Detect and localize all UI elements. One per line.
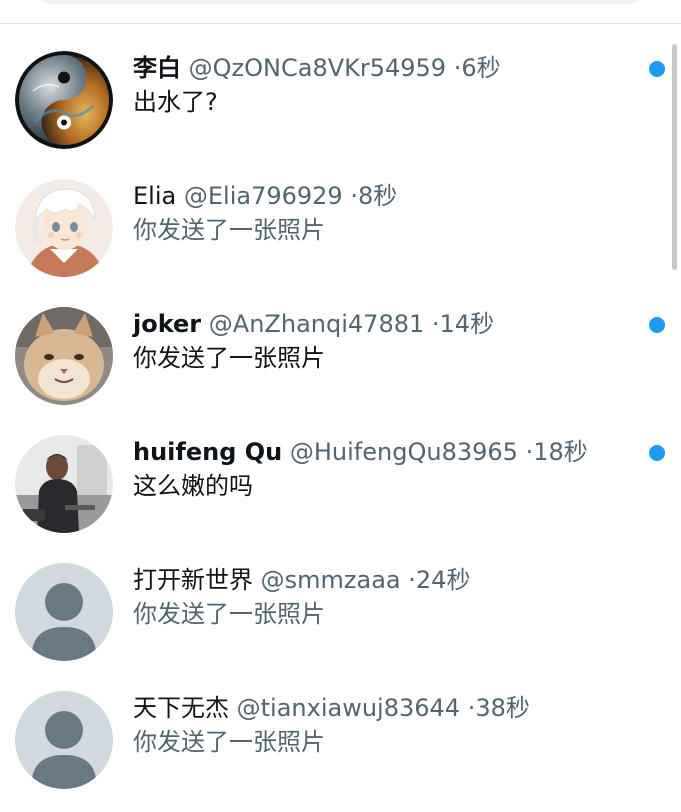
- message-preview: 你发送了一张照片: [133, 600, 325, 628]
- conversation-item[interactable]: Elia @Elia796929 ·8秒 你发送了一张照片: [0, 179, 681, 307]
- unread-indicator-dot: [649, 445, 665, 461]
- default-avatar[interactable]: [15, 691, 113, 789]
- sender-name: 李白: [133, 54, 181, 82]
- cat-face-avatar[interactable]: [15, 307, 113, 405]
- message-preview: 出水了?: [133, 88, 218, 116]
- yin-yang-avatar[interactable]: [15, 51, 113, 149]
- conversation-header: 天下无杰 @tianxiawuj83644 ·38秒: [133, 691, 530, 725]
- default-avatar[interactable]: [15, 563, 113, 661]
- timestamp: 24秒: [415, 566, 471, 594]
- sender-handle: @Elia796929: [183, 182, 343, 210]
- sender-handle: @HuifengQu83965: [289, 438, 518, 466]
- search-bar[interactable]: [40, 0, 640, 4]
- timestamp: 8秒: [357, 182, 398, 210]
- separator-dot: ·: [350, 182, 358, 210]
- separator-dot: ·: [408, 566, 416, 594]
- message-preview: 你发送了一张照片: [133, 344, 325, 372]
- message-preview: 你发送了一张照片: [133, 216, 325, 244]
- sender-handle: @tianxiawuj83644: [236, 694, 461, 722]
- conversation-item[interactable]: 天下无杰 @tianxiawuj83644 ·38秒 你发送了一张照片: [0, 691, 681, 812]
- sender-handle: @smmzaaa: [260, 566, 401, 594]
- man-photo-avatar[interactable]: [15, 435, 113, 533]
- sender-handle: @QzONCa8VKr54959: [188, 54, 447, 82]
- sender-name: huifeng Qu: [133, 438, 283, 466]
- conversation-header: Elia @Elia796929 ·8秒: [133, 179, 397, 213]
- timestamp: 18秒: [533, 438, 588, 466]
- sender-name: joker: [133, 310, 202, 338]
- sender-handle: @AnZhanqi47881: [208, 310, 425, 338]
- conversation-header: huifeng Qu @HuifengQu83965 ·18秒: [133, 435, 588, 469]
- unread-indicator-dot: [649, 61, 665, 77]
- dm-inbox: 李白 @QzONCa8VKr54959 ·6秒 出水了? Elia @Elia7…: [0, 0, 681, 812]
- top-bar: [0, 0, 681, 24]
- conversation-item[interactable]: 打开新世界 @smmzaaa ·24秒 你发送了一张照片: [0, 563, 681, 691]
- anime-boy-avatar[interactable]: [15, 179, 113, 277]
- conversation-item[interactable]: 李白 @QzONCa8VKr54959 ·6秒 出水了?: [0, 51, 681, 179]
- conversation-header: joker @AnZhanqi47881 ·14秒: [133, 307, 494, 341]
- message-preview: 你发送了一张照片: [133, 728, 325, 756]
- message-preview: 这么嫩的吗: [133, 472, 253, 500]
- sender-name: Elia: [133, 182, 177, 210]
- timestamp: 6秒: [461, 54, 501, 82]
- conversation-header: 打开新世界 @smmzaaa ·24秒: [133, 563, 470, 597]
- default-person-icon: [15, 691, 113, 789]
- separator-dot: ·: [431, 310, 440, 338]
- unread-indicator-dot: [649, 317, 665, 333]
- conversation-item[interactable]: huifeng Qu @HuifengQu83965 ·18秒 这么嫩的吗: [0, 435, 681, 563]
- default-person-icon: [15, 563, 113, 661]
- timestamp: 38秒: [475, 694, 530, 722]
- sender-name: 打开新世界: [133, 566, 253, 594]
- conversation-item[interactable]: joker @AnZhanqi47881 ·14秒 你发送了一张照片: [0, 307, 681, 435]
- conversation-header: 李白 @QzONCa8VKr54959 ·6秒: [133, 51, 501, 85]
- sender-name: 天下无杰: [133, 694, 229, 722]
- timestamp: 14秒: [439, 310, 495, 338]
